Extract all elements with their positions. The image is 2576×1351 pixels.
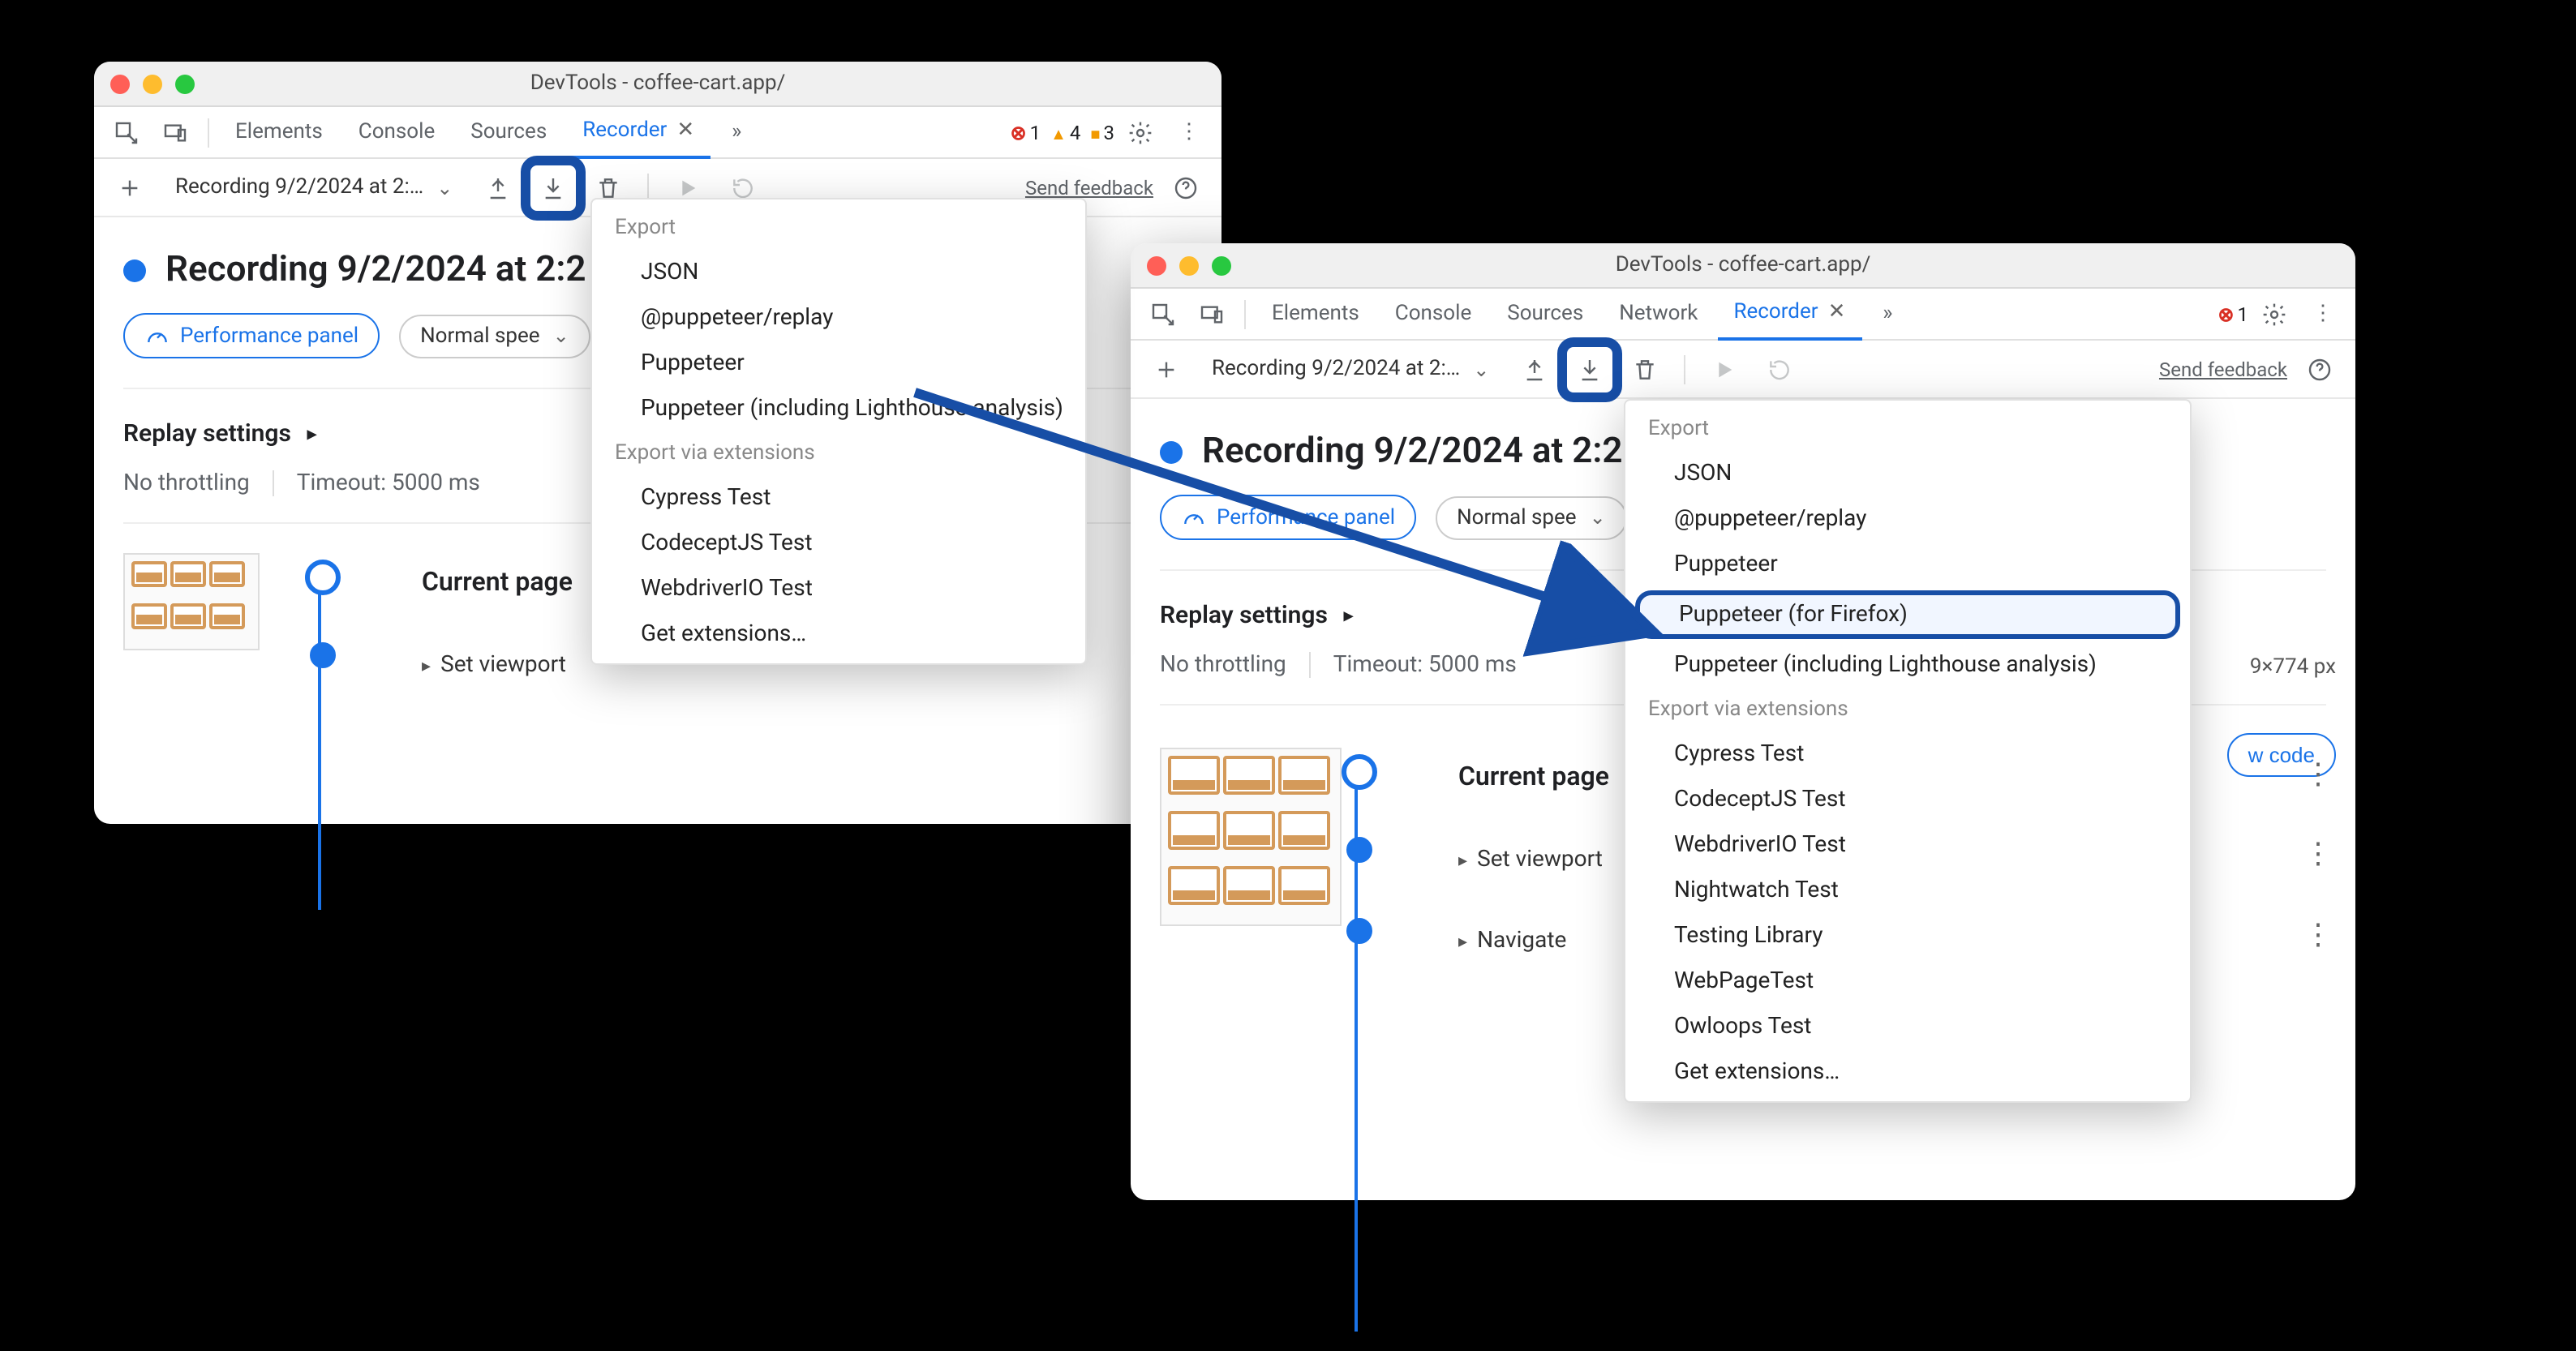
tab-elements[interactable]: Elements: [219, 106, 339, 158]
export-puppeteer[interactable]: Puppeteer: [1625, 542, 2190, 587]
get-extensions[interactable]: Get extensions…: [1625, 1049, 2190, 1095]
recording-status-dot: [1160, 440, 1183, 463]
window-title: DevTools - coffee-cart.app/: [1131, 253, 2355, 277]
new-recording-icon[interactable]: [107, 165, 152, 210]
recorder-toolbar: Recording 9/2/2024 at 2:… Send feedback: [1131, 341, 2355, 399]
export-icon[interactable]: [1567, 346, 1612, 392]
step-menu-icon[interactable]: ⋮: [2303, 757, 2333, 791]
speed-select[interactable]: Normal spee: [1436, 495, 1627, 539]
export-puppeteer-replay[interactable]: @puppeteer/replay: [592, 295, 1086, 341]
export-nightwatch[interactable]: Nightwatch Test: [1625, 868, 2190, 913]
send-feedback-link[interactable]: Send feedback: [2159, 358, 2287, 380]
delete-icon[interactable]: [1622, 346, 1668, 392]
viewport-dimensions-text: 9×774 px: [2250, 655, 2336, 680]
tab-console[interactable]: Console: [342, 106, 451, 158]
more-tabs-icon[interactable]: »: [714, 109, 759, 155]
page-thumbnail: [1160, 748, 1342, 926]
export-webdriverio[interactable]: WebdriverIO Test: [592, 566, 1086, 611]
tab-console[interactable]: Console: [1379, 288, 1488, 340]
export-puppeteer[interactable]: Puppeteer: [592, 341, 1086, 386]
page-thumbnail: [123, 553, 260, 650]
performance-panel-button[interactable]: Performance panel: [123, 313, 380, 358]
step-menu-icon[interactable]: ⋮: [2303, 918, 2333, 952]
export-webdriverio[interactable]: WebdriverIO Test: [1625, 822, 2190, 868]
get-extensions[interactable]: Get extensions…: [592, 611, 1086, 657]
export-owloops[interactable]: Owloops Test: [1625, 1004, 2190, 1049]
minimize-window-icon[interactable]: [143, 74, 162, 93]
step-icon[interactable]: [1757, 346, 1802, 392]
titlebar: DevTools - coffee-cart.app/: [94, 62, 1221, 107]
zoom-window-icon[interactable]: [1212, 255, 1231, 275]
speed-select[interactable]: Normal spee: [399, 314, 590, 358]
new-recording-icon[interactable]: [1144, 346, 1189, 392]
help-icon[interactable]: [1163, 165, 1209, 210]
devtools-tabbar: Elements Console Sources Recorder✕ » 1 4…: [94, 107, 1221, 159]
recording-select[interactable]: Recording 9/2/2024 at 2:…: [1199, 357, 1502, 381]
performance-panel-button[interactable]: Performance panel: [1160, 495, 1416, 540]
inspect-icon[interactable]: [1140, 291, 1186, 337]
device-toggle-icon[interactable]: [152, 109, 198, 155]
recording-title: Recording 9/2/2024 at 2:2: [165, 250, 586, 290]
export-puppeteer-lighthouse[interactable]: Puppeteer (including Lighthouse analysis…: [592, 386, 1086, 431]
export-cypress[interactable]: Cypress Test: [1625, 731, 2190, 777]
recording-select[interactable]: Recording 9/2/2024 at 2:…: [162, 175, 466, 199]
close-tab-icon[interactable]: ✕: [1828, 300, 1846, 324]
kebab-icon[interactable]: ⋮: [2300, 291, 2346, 337]
export-testing-library[interactable]: Testing Library: [1625, 913, 2190, 959]
send-feedback-link[interactable]: Send feedback: [1025, 176, 1153, 199]
gauge-icon: [144, 323, 170, 349]
close-tab-icon[interactable]: ✕: [676, 118, 694, 143]
tab-recorder[interactable]: Recorder✕: [566, 106, 711, 158]
tab-network[interactable]: Network: [1603, 288, 1714, 340]
export-menu[interactable]: Export JSON @puppeteer/replay Puppeteer …: [590, 198, 1088, 665]
more-tabs-icon[interactable]: »: [1865, 291, 1910, 337]
inspect-icon[interactable]: [104, 109, 149, 155]
export-menu[interactable]: Export JSON @puppeteer/replay Puppeteer …: [1624, 399, 2192, 1103]
export-json[interactable]: JSON: [592, 250, 1086, 295]
tab-recorder[interactable]: Recorder✕: [1717, 288, 1861, 340]
import-icon[interactable]: [1512, 346, 1557, 392]
devtools-window-before: DevTools - coffee-cart.app/ Elements Con…: [94, 62, 1221, 824]
export-json[interactable]: JSON: [1625, 451, 2190, 496]
tab-elements[interactable]: Elements: [1256, 288, 1376, 340]
gauge-icon: [1181, 504, 1207, 530]
settings-icon[interactable]: [1118, 109, 1163, 155]
export-puppeteer-lighthouse[interactable]: Puppeteer (including Lighthouse analysis…: [1625, 642, 2190, 688]
devtools-window-after: DevTools - coffee-cart.app/ Elements Con…: [1131, 243, 2355, 1200]
status-counts[interactable]: 1 4 3: [1010, 121, 1114, 144]
play-icon[interactable]: [1702, 346, 1747, 392]
export-codeceptjs[interactable]: CodeceptJS Test: [592, 521, 1086, 566]
export-puppeteer-replay[interactable]: @puppeteer/replay: [1625, 496, 2190, 542]
recording-title: Recording 9/2/2024 at 2:2: [1202, 431, 1623, 472]
device-toggle-icon[interactable]: [1189, 291, 1234, 337]
export-puppeteer-firefox[interactable]: Puppeteer (for Firefox): [1635, 590, 2180, 639]
devtools-tabbar: Elements Console Sources Network Recorde…: [1131, 289, 2355, 341]
titlebar: DevTools - coffee-cart.app/: [1131, 243, 2355, 289]
step-menu-icon[interactable]: ⋮: [2303, 837, 2333, 871]
export-webpagetest[interactable]: WebPageTest: [1625, 959, 2190, 1004]
minimize-window-icon[interactable]: [1179, 255, 1199, 275]
kebab-icon[interactable]: ⋮: [1166, 109, 1212, 155]
export-codeceptjs[interactable]: CodeceptJS Test: [1625, 777, 2190, 822]
import-icon[interactable]: [475, 165, 521, 210]
zoom-window-icon[interactable]: [175, 74, 195, 93]
recording-status-dot: [123, 259, 146, 281]
export-cypress[interactable]: Cypress Test: [592, 475, 1086, 521]
window-title: DevTools - coffee-cart.app/: [94, 71, 1221, 96]
close-window-icon[interactable]: [110, 74, 130, 93]
help-icon[interactable]: [2297, 346, 2342, 392]
tab-sources[interactable]: Sources: [454, 106, 563, 158]
tab-sources[interactable]: Sources: [1491, 288, 1599, 340]
settings-icon[interactable]: [2252, 291, 2297, 337]
export-icon[interactable]: [530, 165, 576, 210]
status-counts[interactable]: 1: [2218, 302, 2248, 325]
close-window-icon[interactable]: [1147, 255, 1166, 275]
